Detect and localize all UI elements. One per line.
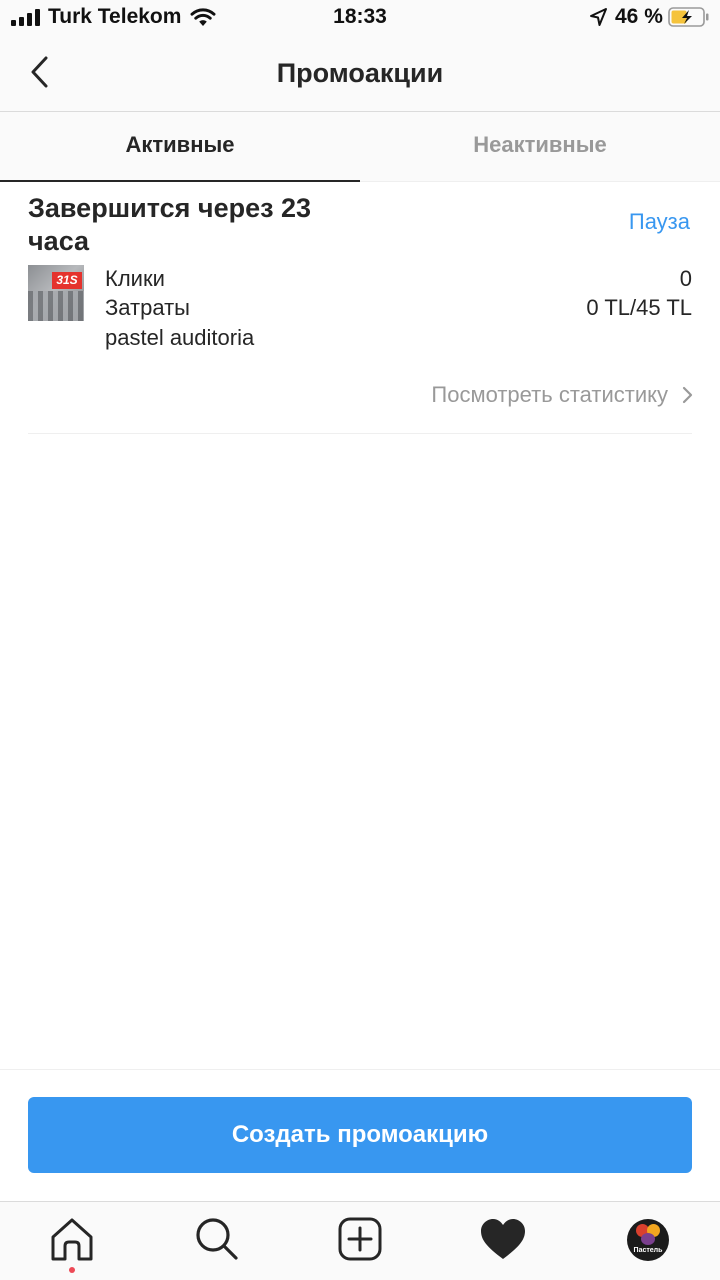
spend-value: 0 TL/45 TL [586,295,692,320]
audience-label: pastel auditoria [105,325,255,350]
create-promotion-button[interactable]: Создать промоакцию [28,1097,692,1173]
clicks-label: Клики [105,266,165,291]
promotion-ends-in: Завершится через 23 часа [28,193,312,256]
spend-label: Затраты [105,295,190,320]
home-notification-dot [69,1267,75,1273]
profile-avatar[interactable]: Пастель [627,1219,669,1261]
battery-percent: 46 % [615,5,663,28]
location-arrow-icon [590,8,607,26]
footer-divider [0,1069,720,1070]
thumbnail-logo: 31S [52,272,82,289]
card-divider [28,433,692,434]
nav-header: Промоакции [0,36,720,112]
tab-active[interactable]: Активные [0,112,360,182]
promotion-tabs: Активные Неактивные [0,112,720,182]
battery-charging-icon [668,7,709,27]
home-icon[interactable] [48,1215,96,1263]
clicks-value: 0 [679,266,692,291]
promotion-thumbnail[interactable]: 31S [28,265,84,321]
activity-heart-icon[interactable] [479,1216,527,1264]
status-bar: Turk Telekom 18:33 46 % [0,0,720,36]
chevron-right-icon [682,386,693,404]
page-title: Промоакции [276,58,444,88]
search-icon[interactable] [192,1215,240,1263]
view-statistics-label: Посмотреть статистику [431,382,668,407]
avatar-label: Пастель [633,1247,663,1254]
pause-button[interactable]: Пауза [629,209,690,235]
tab-inactive[interactable]: Неактивные [360,112,720,182]
new-post-icon[interactable] [336,1215,384,1263]
view-statistics-link[interactable]: Посмотреть статистику [431,379,694,411]
clock: 18:33 [333,5,387,28]
